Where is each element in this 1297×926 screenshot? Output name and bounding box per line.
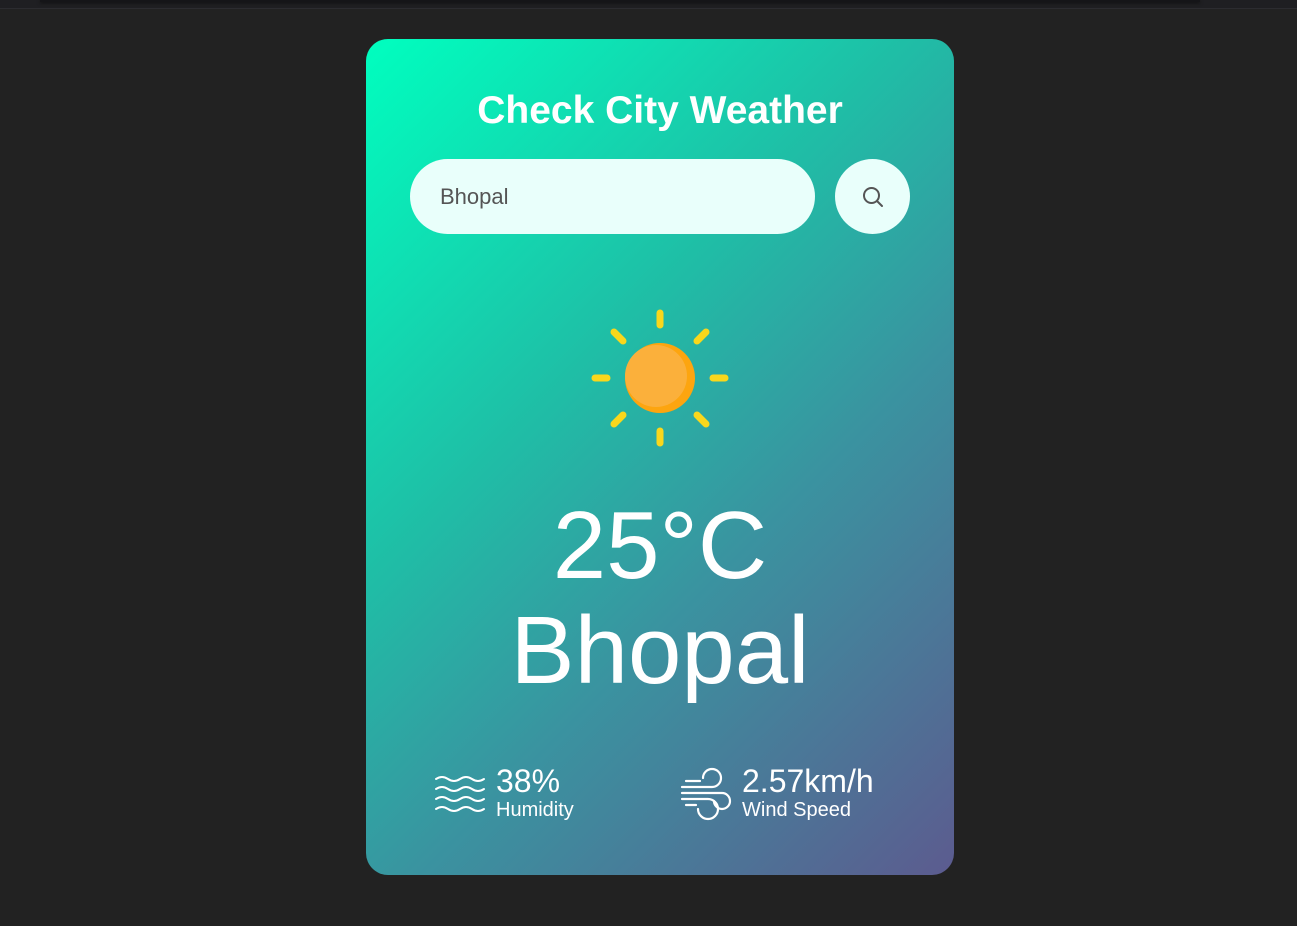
browser-top-strip [0,0,1297,9]
humidity-waves-icon [435,776,485,812]
humidity-section: 38% Humidity [432,764,574,822]
city-name: Bhopal [510,597,810,704]
wind-speed-label: Wind Speed [742,799,851,821]
wind-text: 2.57km/h Wind Speed [742,764,874,822]
sun-icon [591,309,729,447]
temperature-value: 25°C [552,492,768,599]
top-strip-shadow [40,0,1200,2]
search-icon [862,186,883,207]
wind-section: 2.57km/h Wind Speed [678,764,874,822]
wind-speed-value: 2.57km/h [742,763,874,799]
weather-card: Check City Weather 25°C Bhopal [366,39,954,875]
search-button[interactable] [835,159,910,234]
wind-icon [680,767,732,821]
humidity-text: 38% Humidity [496,764,574,822]
city-search-input[interactable] [410,159,815,234]
humidity-label: Humidity [496,799,574,821]
page-title: Check City Weather [477,89,843,132]
humidity-value: 38% [496,763,561,799]
